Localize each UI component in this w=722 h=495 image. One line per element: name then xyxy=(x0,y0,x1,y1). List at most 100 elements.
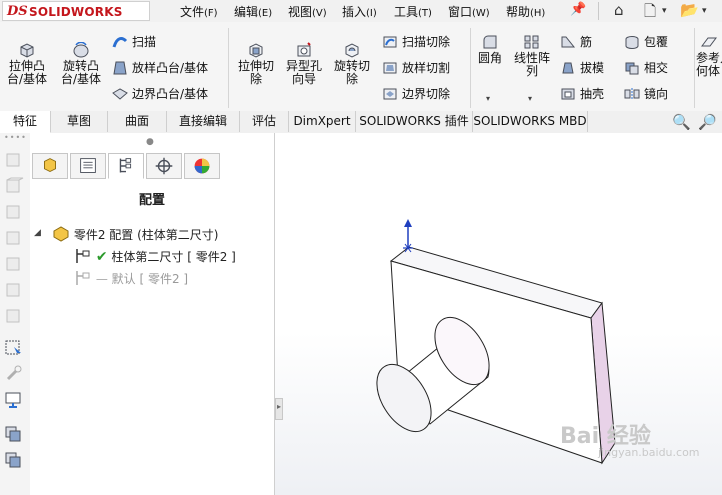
extrude-boss-icon xyxy=(20,43,34,58)
tree-item-active-config[interactable]: ✔ 柱体第二尺寸 [ 零件2 ] xyxy=(74,248,236,265)
model-view xyxy=(376,219,616,465)
box-tool-icon[interactable] xyxy=(4,307,24,325)
configuration-item-icon xyxy=(76,271,90,285)
fillet-dropdown-icon[interactable]: ▾ xyxy=(486,94,490,103)
hole-wizard-label: 异型孔向导 xyxy=(285,59,322,86)
configuration-item-icon xyxy=(76,249,90,263)
rib-button[interactable]: 筋 xyxy=(560,34,592,50)
property-manager-tab[interactable] xyxy=(70,153,106,179)
box-tool-icon[interactable] xyxy=(4,229,24,247)
wrap-icon xyxy=(625,36,639,49)
panel-title: 配置 xyxy=(138,193,165,208)
hole-wizard-button[interactable]: 异型孔向导 xyxy=(282,42,326,86)
boundary-cut-icon xyxy=(383,88,397,100)
revolve-cut-button[interactable]: 旋转切除 xyxy=(330,42,374,86)
app-logo[interactable]: DS SOLIDWORKS xyxy=(2,1,150,21)
intersect-label: 相交 xyxy=(644,61,669,75)
linear-pattern-dropdown-icon[interactable]: ▾ xyxy=(528,94,532,103)
appearance-icon xyxy=(194,158,210,174)
box-tool-icon[interactable] xyxy=(4,281,24,299)
tree-item-default-config[interactable]: — 默认 [ 零件2 ] xyxy=(74,270,188,287)
graphics-area[interactable] xyxy=(275,133,722,495)
grip-icon: •••• xyxy=(4,133,27,142)
arrow-right-icon: ▸ xyxy=(277,402,282,411)
loft-cut-icon xyxy=(383,62,397,74)
linear-pattern-label: 线性阵列 xyxy=(513,51,550,78)
boundary-cut-label: 边界切除 xyxy=(402,87,451,101)
zoom-to-area-icon[interactable]: 🔎 xyxy=(698,113,717,131)
extrude-cut-button[interactable]: 拉伸切除 xyxy=(234,42,278,86)
draft-button[interactable]: 拔模 xyxy=(560,60,604,76)
menu-file[interactable]: 文件(F) xyxy=(180,3,218,20)
tab-direct-editing[interactable]: 直接编辑 xyxy=(167,111,240,132)
menu-edit[interactable]: 编辑(E) xyxy=(234,3,272,20)
dimxpert-manager-tab[interactable] xyxy=(146,153,182,179)
extrude-cut-label: 拉伸切除 xyxy=(237,59,274,86)
tab-features[interactable]: 特征 xyxy=(0,111,51,133)
menu-insert[interactable]: 插入(I) xyxy=(342,3,377,20)
menu-help[interactable]: 帮助(H) xyxy=(506,3,545,20)
select-tool-icon[interactable] xyxy=(4,339,24,357)
mirror-button[interactable]: 镜向 xyxy=(624,86,668,102)
configuration-manager-tab[interactable] xyxy=(108,153,144,179)
pin-icon[interactable]: 📌 xyxy=(570,2,586,17)
draft-label: 拔模 xyxy=(580,61,605,75)
wrench-tool-icon[interactable] xyxy=(4,365,24,383)
revolve-boss-label: 旋转凸台/基体 xyxy=(60,59,102,86)
tree-root-configurations[interactable]: 零件2 配置 (柱体第二尺寸) xyxy=(52,226,218,243)
box-tool-icon[interactable] xyxy=(4,177,24,195)
reference-geometry-icon xyxy=(701,37,717,47)
tab-evaluate[interactable]: 评估 xyxy=(240,111,289,132)
check-icon: ✔ xyxy=(95,249,108,265)
tab-surfaces[interactable]: 曲面 xyxy=(108,111,167,132)
active-config-label: 柱体第二尺寸 [ 零件2 ] xyxy=(111,250,236,264)
shell-label: 抽壳 xyxy=(580,87,605,101)
tab-solidworks-addins[interactable]: SOLIDWORKS 插件 xyxy=(356,111,473,132)
feature-manager-tab[interactable] xyxy=(32,153,68,179)
revolve-boss-icon xyxy=(73,42,89,58)
command-manager-ribbon: 拉伸凸台/基体 旋转凸台/基体 扫描 放样凸台/基体 边界凸台/基体 拉伸切除 … xyxy=(0,22,722,112)
wrap-button[interactable]: 包覆 xyxy=(624,34,668,50)
fillet-button[interactable]: 圆角 xyxy=(474,34,506,65)
copy-tool-icon[interactable] xyxy=(4,425,24,443)
loft-boss-button[interactable]: 放样凸台/基体 xyxy=(112,60,208,76)
watermark-url: jingyan.baidu.com xyxy=(598,446,700,459)
extrude-boss-button[interactable]: 拉伸凸台/基体 xyxy=(4,42,50,86)
panel-splitter-handle[interactable]: ▸ xyxy=(275,398,283,420)
sweep-cut-label: 扫描切除 xyxy=(402,35,451,49)
home-icon[interactable]: ⌂ xyxy=(614,1,624,19)
sweep-cut-button[interactable]: 扫描切除 xyxy=(382,34,450,50)
origin-arrow-icon xyxy=(404,219,412,227)
crosshair-icon xyxy=(155,157,173,175)
collapse-arrow-icon[interactable]: ◢ xyxy=(34,228,41,238)
fillet-label: 圆角 xyxy=(477,51,502,65)
linear-pattern-button[interactable]: 线性阵列 xyxy=(510,34,554,78)
tab-sketch[interactable]: 草图 xyxy=(51,111,108,132)
menu-tools[interactable]: 工具(T) xyxy=(394,3,432,20)
chevron-down-icon[interactable]: ▾ xyxy=(702,6,707,16)
boundary-boss-button[interactable]: 边界凸台/基体 xyxy=(112,86,208,102)
intersect-button[interactable]: 相交 xyxy=(624,60,668,76)
box-tool-icon[interactable] xyxy=(4,151,24,169)
reference-geometry-button[interactable]: 参考几何体 xyxy=(696,34,722,78)
copy-tool-icon[interactable] xyxy=(4,451,24,469)
menu-window[interactable]: 窗口(W) xyxy=(448,3,490,20)
sweep-label: 扫描 xyxy=(132,35,157,49)
zoom-to-fit-icon[interactable]: 🔍 xyxy=(672,113,691,131)
open-folder-icon[interactable]: 📂 xyxy=(680,1,699,19)
box-tool-icon[interactable] xyxy=(4,203,24,221)
display-tool-icon[interactable] xyxy=(4,391,24,409)
tab-dimxpert[interactable]: DimXpert xyxy=(289,111,356,132)
shell-button[interactable]: 抽壳 xyxy=(560,86,604,102)
dash-icon: — xyxy=(95,272,108,286)
sweep-button[interactable]: 扫描 xyxy=(112,34,156,50)
revolve-boss-button[interactable]: 旋转凸台/基体 xyxy=(58,42,104,86)
wrap-label: 包覆 xyxy=(644,35,669,49)
loft-cut-button[interactable]: 放样切割 xyxy=(382,60,450,76)
tab-solidworks-mbd[interactable]: SOLIDWORKS MBD xyxy=(473,111,588,132)
menu-view[interactable]: 视图(V) xyxy=(288,3,327,20)
boundary-cut-button[interactable]: 边界切除 xyxy=(382,86,450,102)
display-manager-tab[interactable] xyxy=(184,153,220,179)
box-tool-icon[interactable] xyxy=(4,255,24,273)
chevron-down-icon[interactable]: ▾ xyxy=(662,6,667,16)
